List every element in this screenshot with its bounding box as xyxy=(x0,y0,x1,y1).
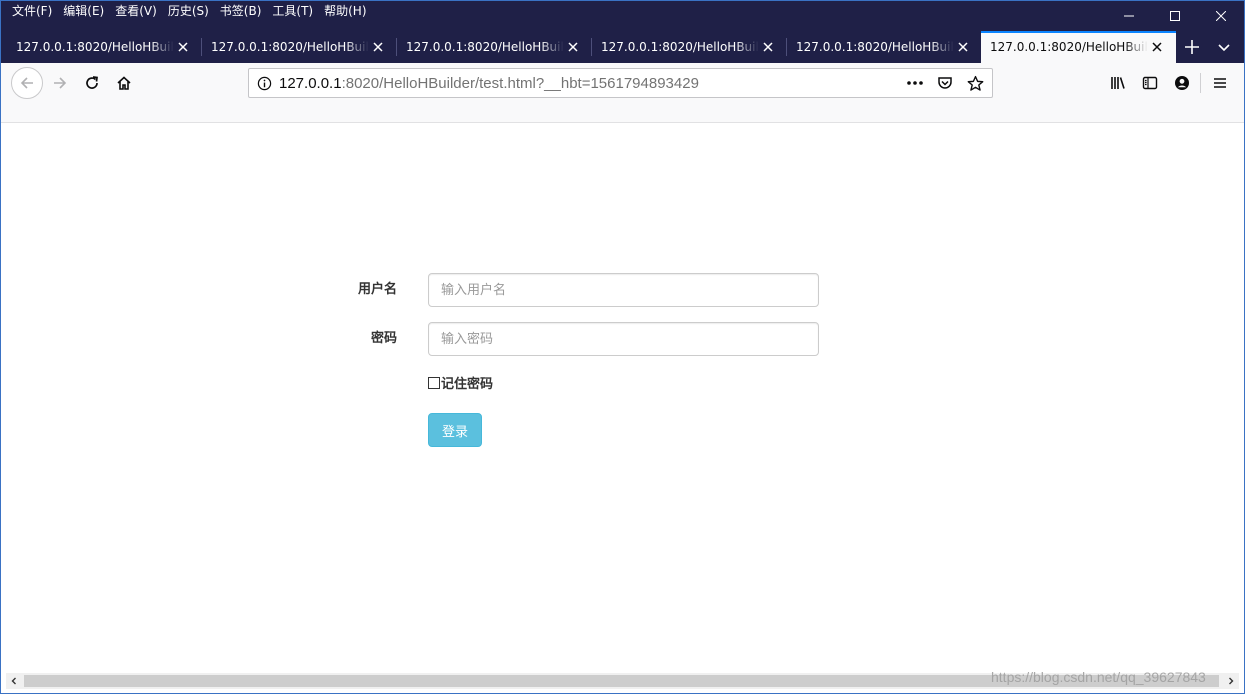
arrow-right-icon xyxy=(54,77,67,89)
username-label: 用户名 xyxy=(357,282,397,297)
page-actions xyxy=(902,71,988,95)
username-input[interactable] xyxy=(428,273,819,307)
plus-icon xyxy=(1185,40,1199,54)
tab-title: 127.0.0.1:8020/HelloHBuilder/test.html xyxy=(16,40,174,54)
tab-4[interactable]: 127.0.0.1:8020/HelloHBuilder/test.html xyxy=(592,31,787,63)
menu-tools[interactable]: 工具(T) xyxy=(267,3,319,21)
watermark-text: https://blog.csdn.net/qq_39627843 xyxy=(991,669,1206,685)
minimize-button[interactable] xyxy=(1106,1,1152,31)
account-button[interactable] xyxy=(1166,67,1198,99)
maximize-button[interactable] xyxy=(1152,1,1198,31)
pocket-icon xyxy=(938,77,952,89)
navigation-toolbar: 127.0.0.1:8020/HelloHBuilder/test.html?_… xyxy=(1,63,1244,103)
tab-1[interactable]: 127.0.0.1:8020/HelloHBuilder/test.html xyxy=(7,31,202,63)
forward-button[interactable] xyxy=(44,67,76,99)
tab-5[interactable]: 127.0.0.1:8020/HelloHBuilder/test.html xyxy=(787,31,982,63)
menu-edit[interactable]: 编辑(E) xyxy=(58,3,110,21)
info-icon xyxy=(257,76,271,90)
username-row: 用户名 xyxy=(1,273,1244,307)
url-host: 127.0.0.1 xyxy=(279,74,342,92)
pocket-button[interactable] xyxy=(932,71,958,95)
minimize-icon xyxy=(1124,15,1134,17)
tab-title: 127.0.0.1:8020/HelloHBuilder/test.html xyxy=(601,40,759,54)
site-info-button[interactable] xyxy=(249,76,279,91)
remember-password[interactable]: 记住密码 xyxy=(428,373,493,392)
tab-title: 127.0.0.1:8020/HelloHBuilder/test.html xyxy=(796,40,954,54)
menu-view[interactable]: 查看(V) xyxy=(110,3,163,21)
list-all-tabs-button[interactable] xyxy=(1209,31,1239,63)
sidebar-icon xyxy=(1142,76,1158,90)
address-bar[interactable]: 127.0.0.1:8020/HelloHBuilder/test.html?_… xyxy=(248,68,993,98)
toolbar-separator xyxy=(1200,73,1201,93)
tab-strip: 127.0.0.1:8020/HelloHBuilder/test.html 1… xyxy=(1,31,1244,63)
tab-close-icon[interactable] xyxy=(176,40,190,54)
password-label: 密码 xyxy=(370,331,397,346)
chevron-left-icon xyxy=(11,677,16,685)
tab-close-icon[interactable] xyxy=(761,40,775,54)
tab-3[interactable]: 127.0.0.1:8020/HelloHBuilder/test.html xyxy=(397,31,592,63)
tab-6-active[interactable]: 127.0.0.1:8020/HelloHBuilder/test.html xyxy=(981,31,1176,63)
tab-close-icon[interactable] xyxy=(1150,40,1164,54)
home-icon xyxy=(117,76,131,90)
menu-bookmarks[interactable]: 书签(B) xyxy=(215,3,268,21)
scroll-right-button[interactable] xyxy=(1223,673,1239,689)
remember-checkbox[interactable] xyxy=(428,376,440,389)
library-button[interactable] xyxy=(1102,67,1134,99)
new-tab-button[interactable] xyxy=(1177,31,1207,63)
login-button[interactable]: 登录 xyxy=(428,413,482,447)
open-menu-button[interactable] xyxy=(1204,67,1236,99)
tab-close-icon[interactable] xyxy=(956,40,970,54)
url-path: :8020/HelloHBuilder/test.html?__hbt=1561… xyxy=(341,74,699,92)
tab-close-icon[interactable] xyxy=(371,40,385,54)
menu-history[interactable]: 历史(S) xyxy=(163,3,215,21)
tab-close-icon[interactable] xyxy=(566,40,580,54)
maximize-icon xyxy=(1170,11,1180,21)
tab-title: 127.0.0.1:8020/HelloHBuilder/test.html xyxy=(406,40,564,54)
library-icon xyxy=(1111,77,1125,89)
home-button[interactable] xyxy=(108,67,140,99)
bookmark-star-button[interactable] xyxy=(962,71,988,95)
toolbar-bottom-area xyxy=(1,103,1244,123)
page-actions-button[interactable] xyxy=(902,71,928,95)
account-icon xyxy=(1175,76,1189,90)
tab-title: 127.0.0.1:8020/HelloHBuilder/test.html xyxy=(211,40,369,54)
menu-bar: 文件(F) 编辑(E) 查看(V) 历史(S) 书签(B) 工具(T) 帮助(H… xyxy=(7,3,373,21)
close-window-button[interactable] xyxy=(1198,1,1244,31)
browser-window: 文件(F) 编辑(E) 查看(V) 历史(S) 书签(B) 工具(T) 帮助(H… xyxy=(0,0,1245,694)
password-row: 密码 xyxy=(1,322,1244,356)
url-text[interactable]: 127.0.0.1:8020/HelloHBuilder/test.html?_… xyxy=(279,75,699,92)
tab-title: 127.0.0.1:8020/HelloHBuilder/test.html xyxy=(990,40,1148,54)
page-content: 用户名 密码 记住密码 登录 xyxy=(1,123,1244,673)
tab-2[interactable]: 127.0.0.1:8020/HelloHBuilder/test.html xyxy=(202,31,397,63)
menu-file[interactable]: 文件(F) xyxy=(7,3,58,21)
remember-label: 记住密码 xyxy=(441,377,494,392)
star-icon xyxy=(967,75,983,91)
menu-help[interactable]: 帮助(H) xyxy=(319,3,372,21)
title-bar: 文件(F) 编辑(E) 查看(V) 历史(S) 书签(B) 工具(T) 帮助(H… xyxy=(1,1,1244,31)
chevron-right-icon xyxy=(1229,677,1234,685)
toolbar-right xyxy=(1102,67,1198,99)
back-button[interactable] xyxy=(11,67,43,99)
hamburger-icon xyxy=(1214,78,1226,88)
scroll-left-button[interactable] xyxy=(6,673,22,689)
reload-icon xyxy=(86,76,98,89)
arrow-left-icon xyxy=(20,77,33,89)
reload-button[interactable] xyxy=(76,67,108,99)
close-icon xyxy=(1216,11,1226,21)
sidebar-button[interactable] xyxy=(1134,67,1166,99)
password-input[interactable] xyxy=(428,322,819,356)
window-controls xyxy=(1106,1,1244,31)
more-icon xyxy=(907,81,923,85)
chevron-down-icon xyxy=(1218,44,1230,52)
